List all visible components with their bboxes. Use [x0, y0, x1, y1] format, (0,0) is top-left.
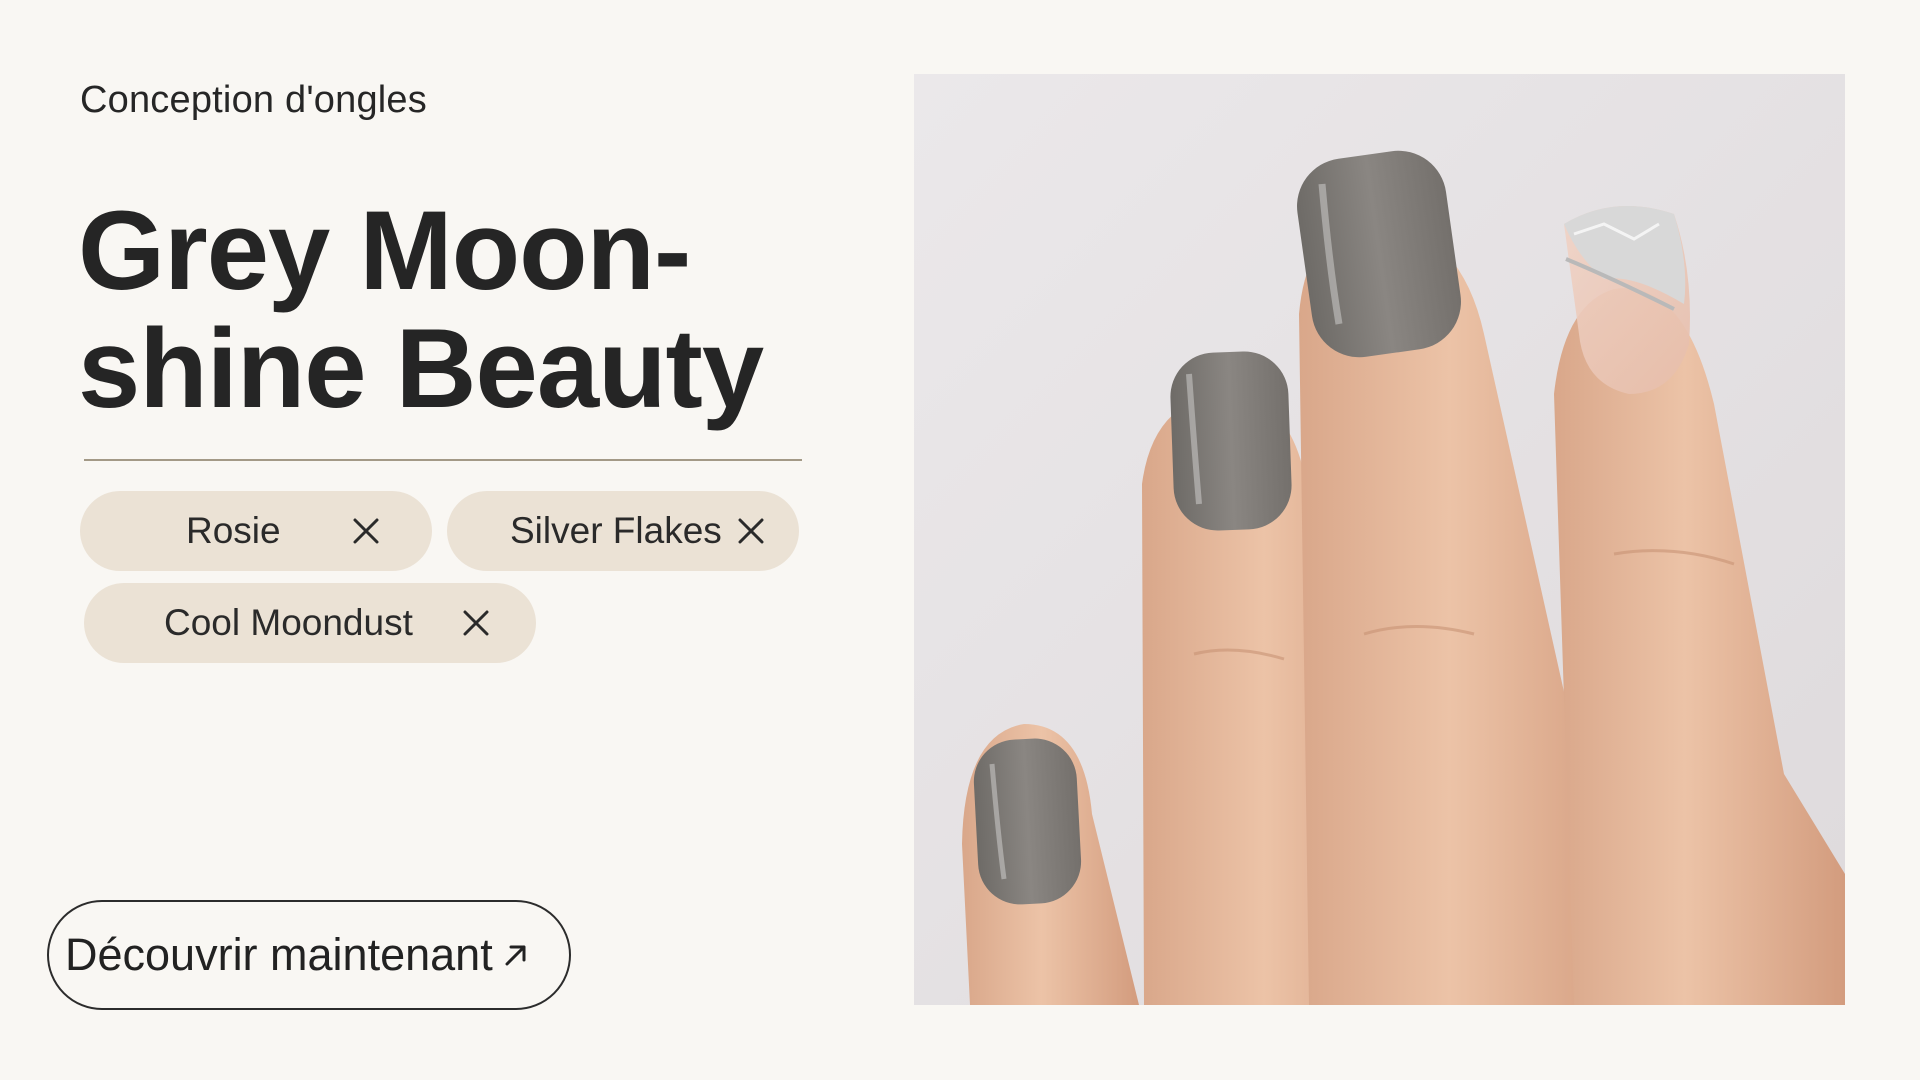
tag-chip-rosie[interactable]: Rosie [80, 491, 432, 571]
discover-now-label: Découvrir maintenant [65, 929, 493, 980]
tag-chip-label: Rosie [186, 510, 281, 551]
close-icon[interactable] [460, 607, 492, 639]
page-title-line-2: shine Beauty [78, 306, 764, 431]
tag-chip-silver-flakes[interactable]: Silver Flakes [447, 491, 799, 571]
tag-chip-label: Silver Flakes [510, 510, 722, 551]
hand-with-grey-nail-polish-photo [914, 74, 1845, 1005]
close-icon[interactable] [350, 515, 382, 547]
title-divider [84, 459, 802, 461]
page-title: Grey Moon- shine Beauty [78, 192, 798, 428]
close-icon[interactable] [735, 515, 767, 547]
discover-now-button[interactable]: Découvrir maintenant [47, 900, 571, 1010]
tag-chip-cool-moondust[interactable]: Cool Moondust [84, 583, 536, 663]
nail-design-page: Conception d'ongles Grey Moon- shine Bea… [0, 0, 1920, 1080]
category-label: Conception d'ongles [80, 79, 427, 121]
arrow-up-right-icon [501, 929, 531, 981]
tag-chip-label: Cool Moondust [164, 602, 413, 643]
page-title-line-1: Grey Moon- [78, 188, 691, 313]
